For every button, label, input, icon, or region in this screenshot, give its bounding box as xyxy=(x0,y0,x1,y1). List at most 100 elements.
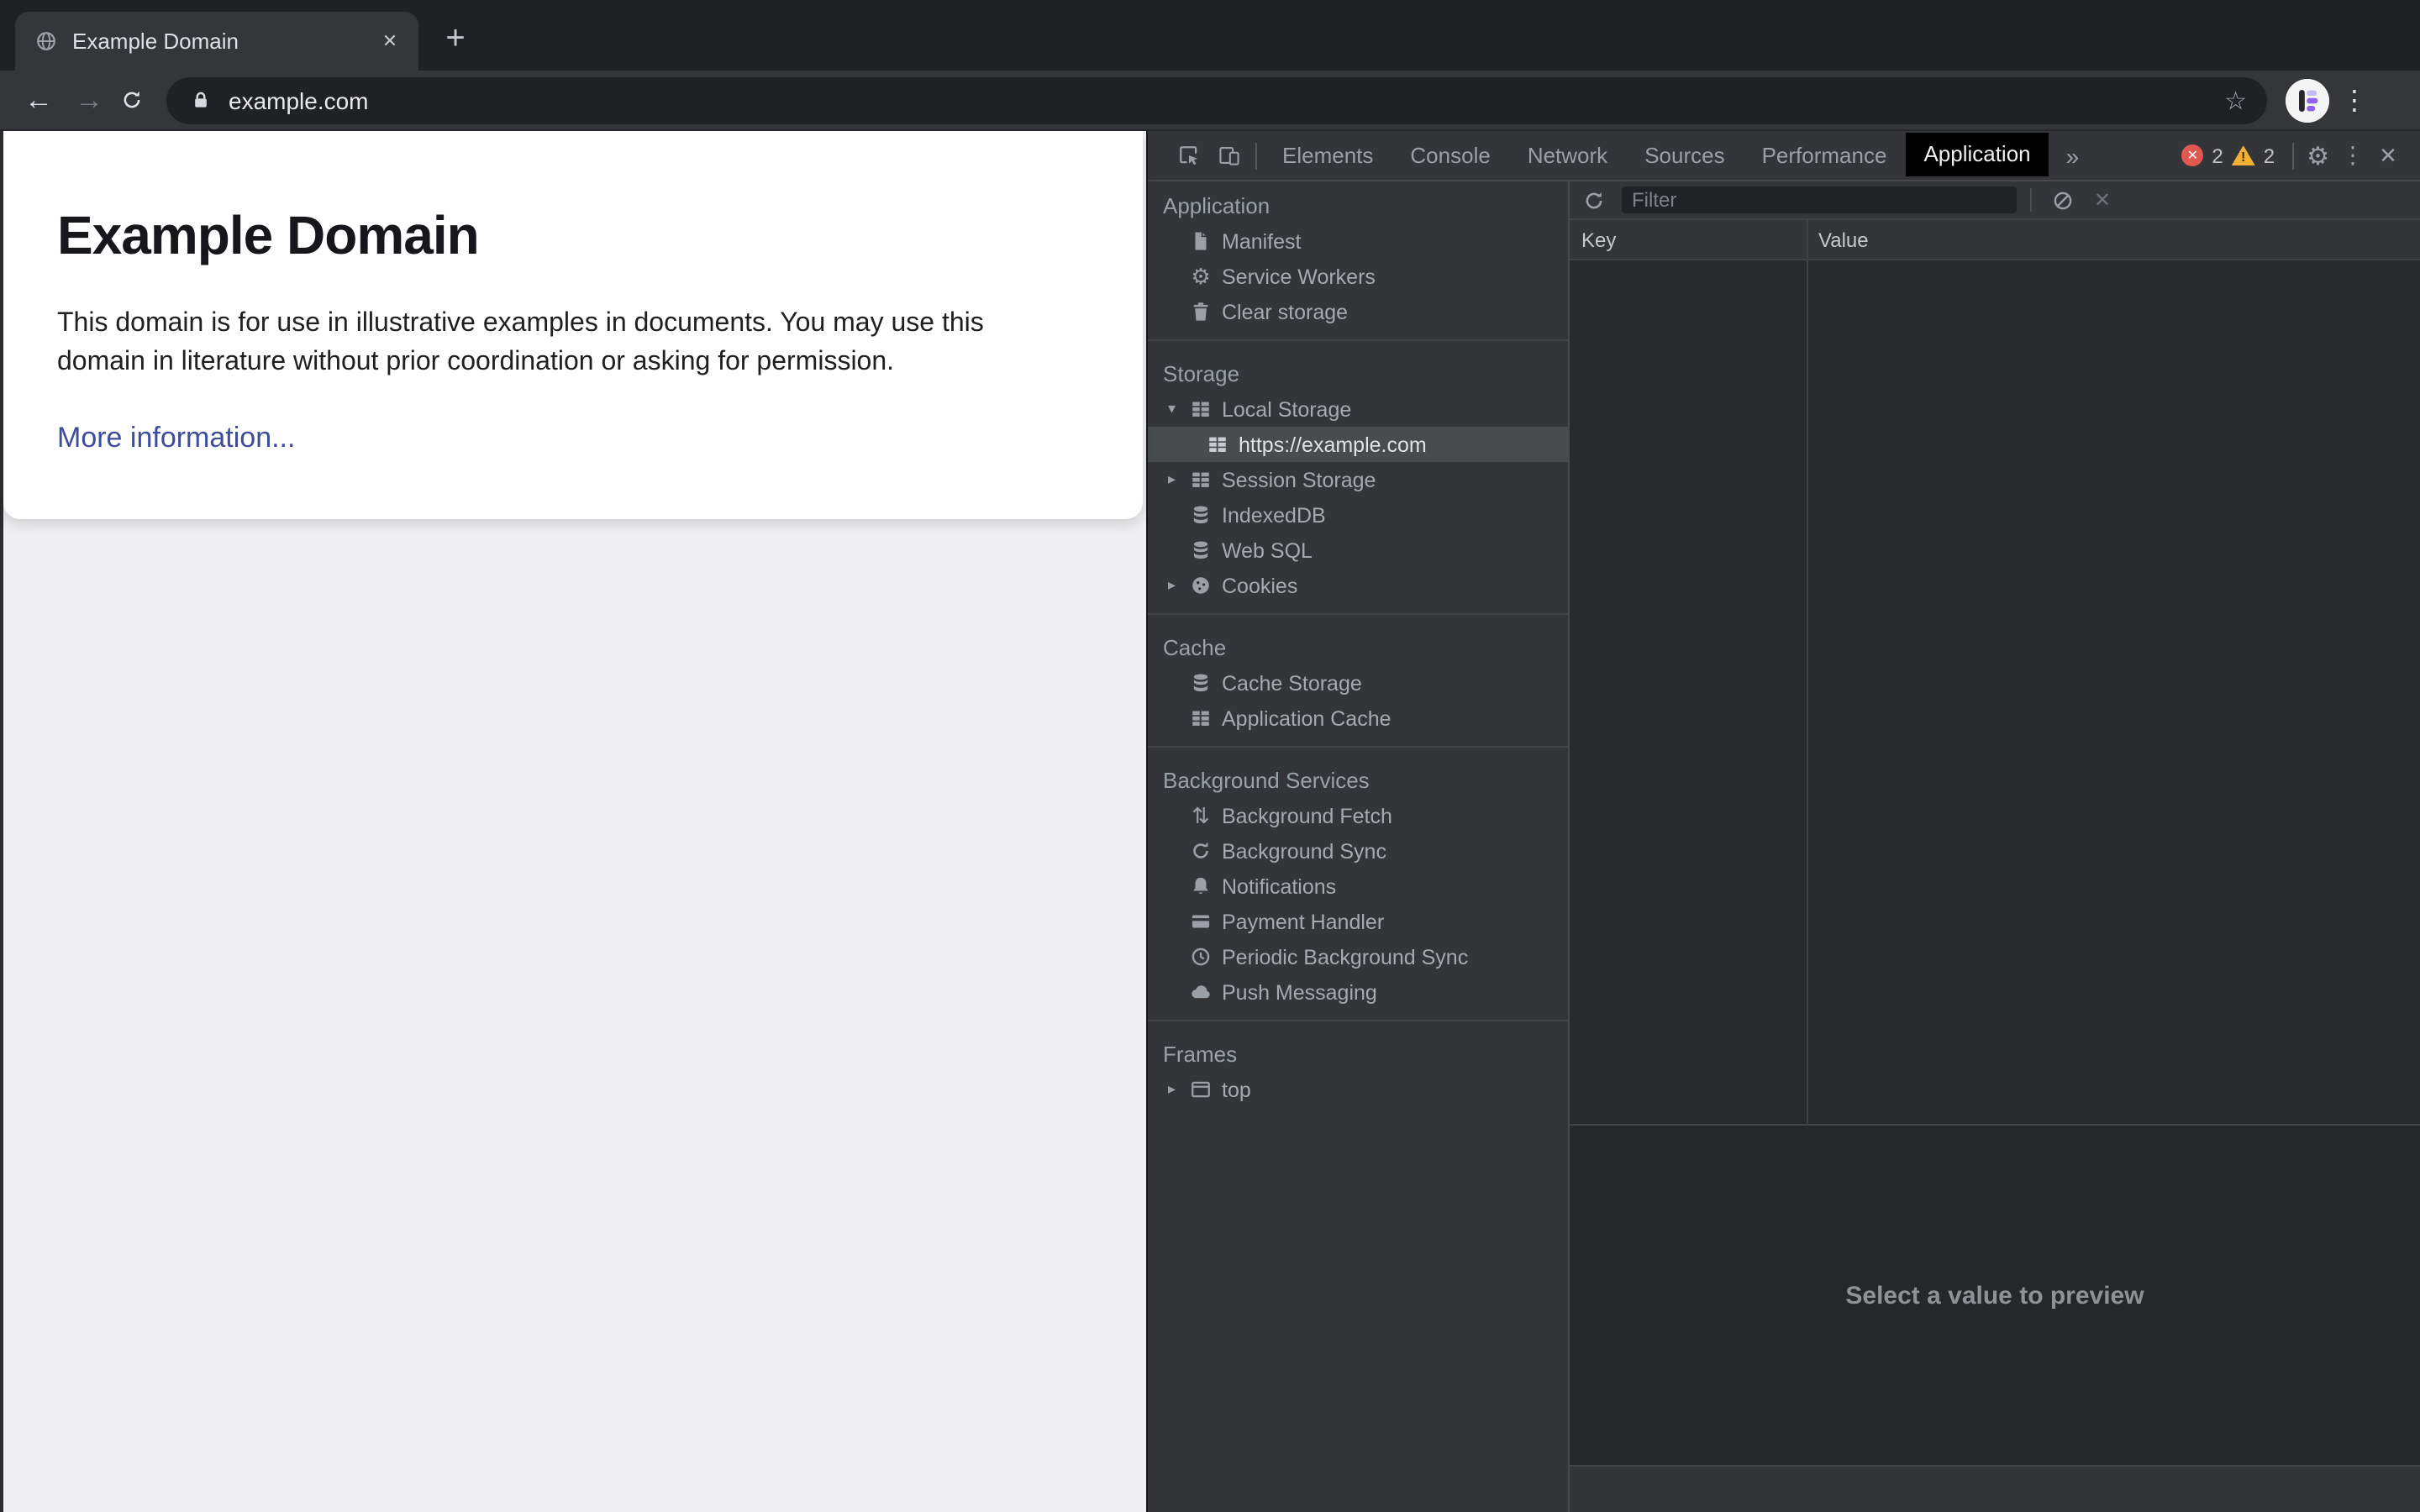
chevron-right-icon[interactable]: ▸ xyxy=(1168,470,1190,489)
tab-sources[interactable]: Sources xyxy=(1626,130,1743,181)
sidebar-item-notifications[interactable]: Notifications xyxy=(1148,869,1568,904)
back-icon[interactable]: ← xyxy=(13,83,64,117)
panel-footer-strip xyxy=(1570,1467,2420,1512)
tab-elements[interactable]: Elements xyxy=(1264,130,1392,181)
inspect-element-icon[interactable] xyxy=(1168,135,1208,176)
reload-icon[interactable] xyxy=(121,89,143,111)
column-header-value[interactable]: Value xyxy=(1807,220,2420,259)
address-bar[interactable]: example.com ☆ xyxy=(166,76,2267,123)
tab-console[interactable]: Console xyxy=(1392,130,1508,181)
warning-count: 2 xyxy=(2263,144,2275,167)
url-text[interactable]: example.com xyxy=(229,87,2224,113)
column-divider[interactable] xyxy=(1807,220,1808,1126)
new-tab-button[interactable]: + xyxy=(430,13,481,64)
page-card: Example Domain This domain is for use in… xyxy=(3,131,1143,519)
storage-table-body[interactable] xyxy=(1570,260,2420,1126)
cloud-icon xyxy=(1190,981,1212,1003)
lock-icon xyxy=(190,89,212,111)
sidebar-item-cache-storage[interactable]: Cache Storage xyxy=(1148,665,1568,701)
profile-avatar[interactable] xyxy=(2286,78,2329,122)
cookie-icon xyxy=(1190,575,1212,596)
sidebar-item-background-fetch[interactable]: ⇅ Background Fetch xyxy=(1148,798,1568,833)
database-icon xyxy=(1190,539,1212,561)
application-sidebar: Application Manifest ⚙ Service Workers C… xyxy=(1148,181,1570,1512)
section-title: Application xyxy=(1163,192,1270,218)
local-storage-panel: ✕ Key Value Select a value to preview xyxy=(1570,181,2420,1512)
globe-favicon-icon xyxy=(35,30,57,52)
settings-gear-icon[interactable]: ⚙ xyxy=(2307,140,2329,171)
storage-table-header: Key Value xyxy=(1570,220,2420,260)
sidebar-item-manifest[interactable]: Manifest xyxy=(1148,223,1568,259)
refresh-icon[interactable] xyxy=(1583,189,1605,211)
table-icon xyxy=(1190,469,1212,491)
up-down-arrows-icon: ⇅ xyxy=(1192,803,1210,828)
more-tabs-icon[interactable]: » xyxy=(2049,142,2096,169)
warning-badge-icon: ! xyxy=(2231,145,2255,165)
section-title: Frames xyxy=(1163,1041,1238,1066)
sidebar-item-local-storage-origin[interactable]: https://example.com xyxy=(1148,427,1568,462)
value-preview-pane: Select a value to preview xyxy=(1570,1126,2420,1467)
divider xyxy=(2291,142,2294,169)
bell-icon xyxy=(1190,875,1212,897)
sidebar-item-top-frame[interactable]: ▸ top xyxy=(1148,1072,1568,1107)
chevron-right-icon[interactable]: ▸ xyxy=(1168,576,1190,595)
sidebar-item-cookies[interactable]: ▸ Cookies xyxy=(1148,568,1568,603)
sidebar-item-session-storage[interactable]: ▸ Session Storage xyxy=(1148,462,1568,497)
preview-hint-text: Select a value to preview xyxy=(1845,1281,2144,1310)
sync-icon xyxy=(1190,840,1212,862)
database-icon xyxy=(1190,504,1212,526)
more-information-link[interactable]: More information... xyxy=(57,422,295,455)
delete-selected-icon[interactable]: ✕ xyxy=(2094,188,2111,212)
forward-icon[interactable]: → xyxy=(64,83,114,117)
sidebar-item-payment-handler[interactable]: Payment Handler xyxy=(1148,904,1568,939)
database-icon xyxy=(1190,672,1212,694)
error-badge-icon: ✕ xyxy=(2181,144,2204,166)
tab-strip: Example Domain ✕ + xyxy=(0,0,2420,71)
sidebar-item-background-sync[interactable]: Background Sync xyxy=(1148,833,1568,869)
avatar-logo-icon xyxy=(2286,78,2329,122)
section-title: Background Services xyxy=(1163,767,1370,792)
devtools-menu-icon[interactable]: ⋮ xyxy=(2336,141,2370,170)
storage-filter-bar: ✕ xyxy=(1570,181,2420,220)
sidebar-item-web-sql[interactable]: Web SQL xyxy=(1148,533,1568,568)
tab-application[interactable]: Application xyxy=(1905,132,2049,176)
filter-input[interactable] xyxy=(1622,186,2017,213)
sidebar-item-clear-storage[interactable]: Clear storage xyxy=(1148,294,1568,329)
table-icon xyxy=(1207,433,1228,455)
file-icon xyxy=(1190,230,1212,252)
table-icon xyxy=(1190,398,1212,420)
browser-menu-icon[interactable]: ⋮ xyxy=(2329,83,2380,117)
sidebar-item-local-storage[interactable]: ▾ Local Storage xyxy=(1148,391,1568,427)
devtools-toolbar: Elements Console Network Sources Perform… xyxy=(1148,131,2420,181)
section-cache: Cache Cache Storage Application Cache xyxy=(1148,613,1568,736)
devtools-close-icon[interactable]: ✕ xyxy=(2370,142,2407,169)
table-icon xyxy=(1190,707,1212,729)
divider xyxy=(2030,188,2032,212)
frame-icon xyxy=(1190,1079,1212,1100)
clear-all-icon[interactable] xyxy=(2052,189,2074,211)
browser-window: Example Domain ✕ + ← → example.com ☆ ⋮ E… xyxy=(0,0,2420,1512)
sidebar-item-indexeddb[interactable]: IndexedDB xyxy=(1148,497,1568,533)
console-badges[interactable]: ✕ 2 ! 2 xyxy=(2181,144,2275,167)
bookmark-star-icon[interactable]: ☆ xyxy=(2224,85,2247,115)
chevron-right-icon[interactable]: ▸ xyxy=(1168,1080,1190,1099)
tab-close-icon[interactable]: ✕ xyxy=(375,26,405,56)
tab-performance[interactable]: Performance xyxy=(1744,130,1906,181)
section-storage: Storage ▾ Local Storage https://example.… xyxy=(1148,339,1568,603)
chevron-down-icon[interactable]: ▾ xyxy=(1168,400,1190,418)
sidebar-item-push-messaging[interactable]: Push Messaging xyxy=(1148,974,1568,1010)
section-frames: Frames ▸ top xyxy=(1148,1020,1568,1107)
error-count: 2 xyxy=(2212,144,2223,167)
browser-tab[interactable]: Example Domain ✕ xyxy=(15,12,418,71)
column-header-key[interactable]: Key xyxy=(1570,220,1807,259)
devtools-panel: Elements Console Network Sources Perform… xyxy=(1146,131,2420,1512)
sidebar-item-application-cache[interactable]: Application Cache xyxy=(1148,701,1568,736)
clock-icon xyxy=(1190,946,1212,968)
device-toolbar-icon[interactable] xyxy=(1208,135,1249,176)
section-title: Storage xyxy=(1163,360,1240,386)
tab-title: Example Domain xyxy=(72,29,239,54)
tab-network[interactable]: Network xyxy=(1509,130,1626,181)
sidebar-item-periodic-background-sync[interactable]: Periodic Background Sync xyxy=(1148,939,1568,974)
trash-icon xyxy=(1190,301,1212,323)
sidebar-item-service-workers[interactable]: ⚙ Service Workers xyxy=(1148,259,1568,294)
